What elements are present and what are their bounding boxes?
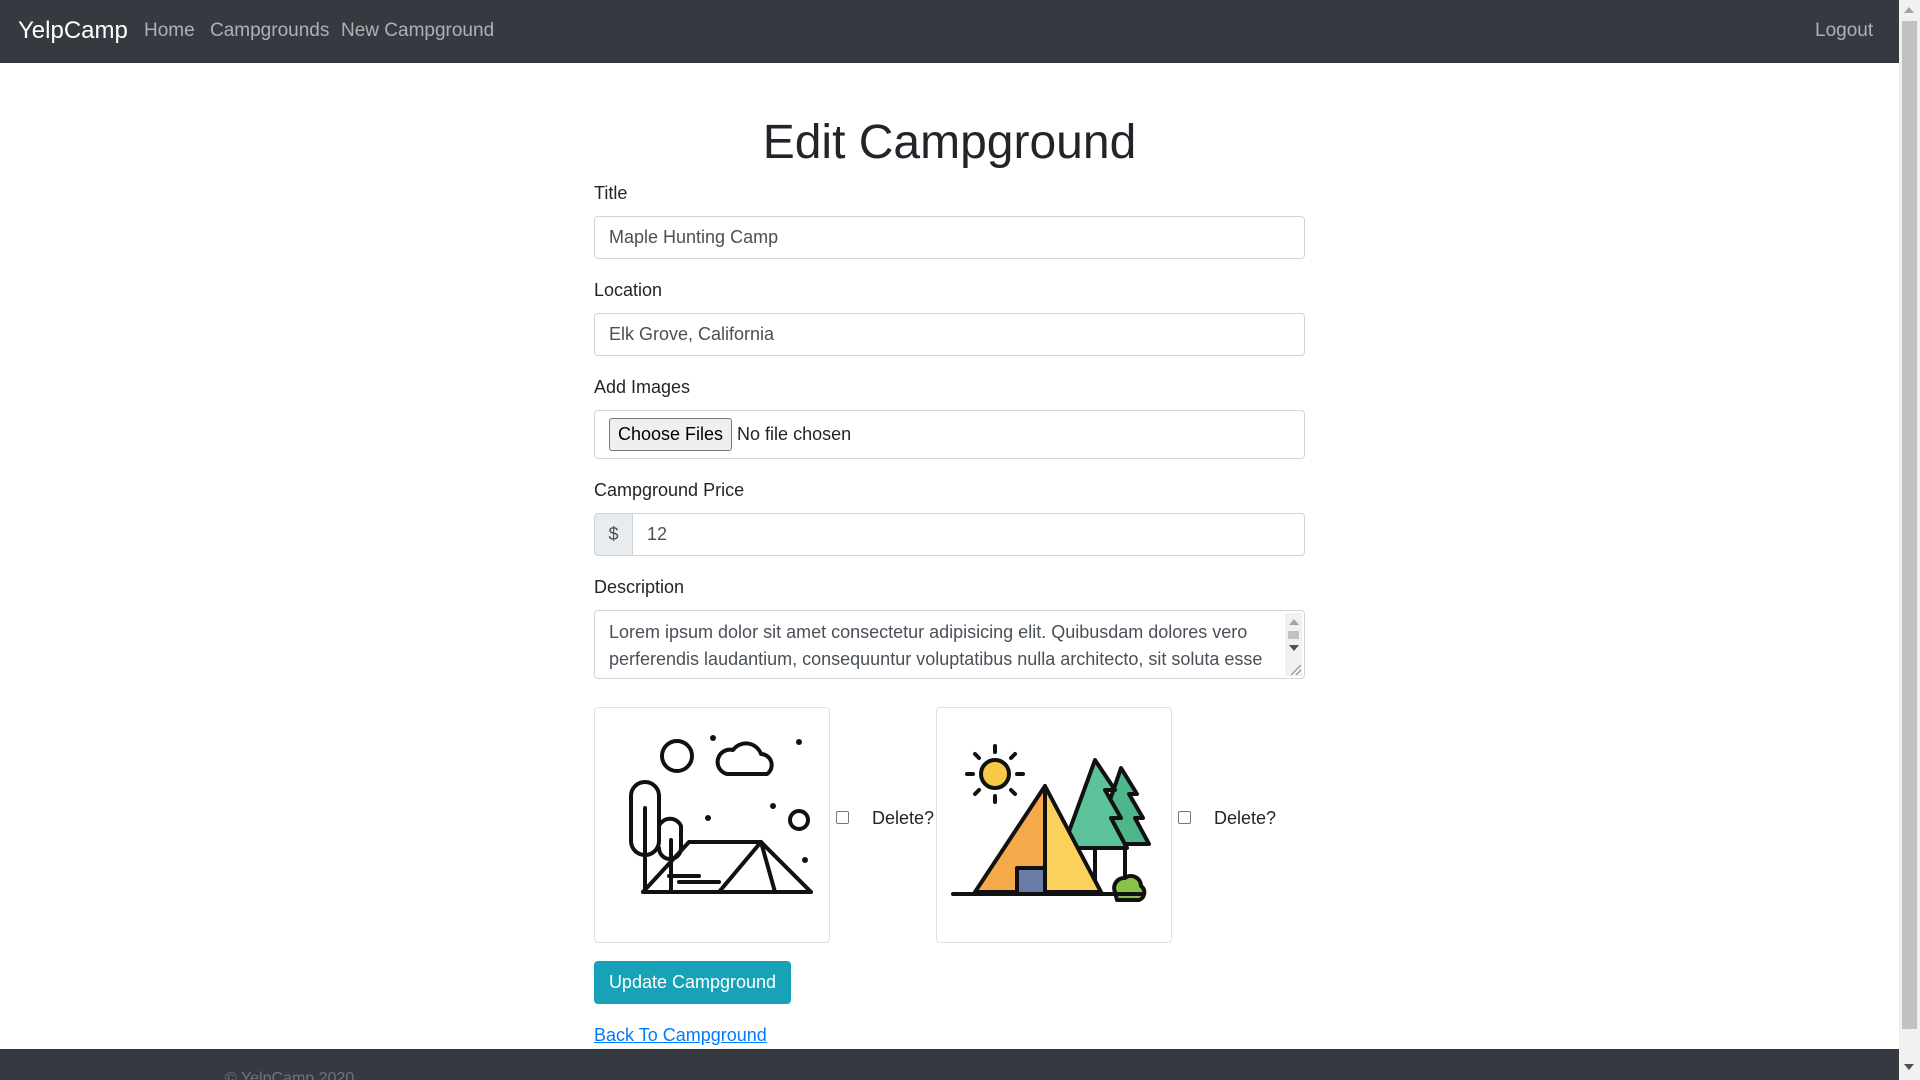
price-label: Campground Price [594, 480, 745, 500]
nav-link-new-campground[interactable]: New Campground [341, 20, 494, 42]
page-scroll-down-icon[interactable] [1904, 1064, 1914, 1070]
location-input[interactable]: Elk Grove, California [594, 313, 1305, 356]
page-scroll-up-icon[interactable] [1904, 7, 1914, 13]
page-scroll-thumb[interactable] [1902, 21, 1917, 1029]
footer-text: © YelpCamp 2020 [225, 1070, 355, 1080]
price-input[interactable]: 12 [633, 513, 1305, 556]
scroll-thumb[interactable] [1288, 631, 1299, 639]
nav-link-home[interactable]: Home [144, 20, 195, 42]
description-label: Description [594, 577, 685, 597]
navbar: YelpCamp Home Campgrounds New Campground… [0, 0, 1899, 63]
campground-image-1 [594, 707, 830, 943]
back-to-campground-link[interactable]: Back To Campground [594, 1025, 767, 1046]
resize-grip-icon[interactable] [1291, 665, 1301, 675]
delete-label-1: Delete? [872, 808, 935, 828]
campground-image-2 [936, 707, 1172, 943]
file-status: No file chosen [737, 424, 852, 444]
title-input[interactable]: Maple Hunting Camp [594, 216, 1305, 259]
tent-colored-icon [951, 744, 1151, 902]
price-prefix: $ [594, 513, 633, 556]
choose-files-button[interactable]: Choose Files [609, 418, 733, 451]
description-text: Lorem ipsum dolor sit amet consectetur a… [609, 622, 1263, 669]
delete-label-2: Delete? [1214, 808, 1277, 828]
page: YelpCamp Home Campgrounds New Campground… [0, 0, 1899, 1080]
delete-checkbox-1[interactable] [836, 811, 849, 824]
title-label: Title [594, 183, 628, 203]
scroll-up-icon[interactable] [1289, 619, 1299, 625]
update-campground-button[interactable]: Update Campground [594, 961, 791, 1004]
location-label: Location [594, 280, 663, 300]
scroll-down-icon[interactable] [1289, 645, 1299, 651]
file-input[interactable]: Choose Files No file chosen [594, 410, 1305, 459]
price-input-group: $ 12 [594, 513, 1305, 556]
footer: © YelpCamp 2020 [0, 1049, 1899, 1080]
tent-outline-icon [629, 735, 813, 894]
description-textarea[interactable]: Lorem ipsum dolor sit amet consectetur a… [594, 610, 1305, 679]
add-images-label: Add Images [594, 377, 691, 397]
page-title: Edit Campground [762, 116, 1137, 169]
delete-checkbox-2[interactable] [1178, 811, 1191, 824]
logout-link[interactable]: Logout [1815, 20, 1873, 42]
nav-link-campgrounds[interactable]: Campgrounds [210, 20, 329, 42]
page-scrollbar[interactable] [1899, 0, 1920, 1080]
brand-link[interactable]: YelpCamp [18, 17, 128, 45]
